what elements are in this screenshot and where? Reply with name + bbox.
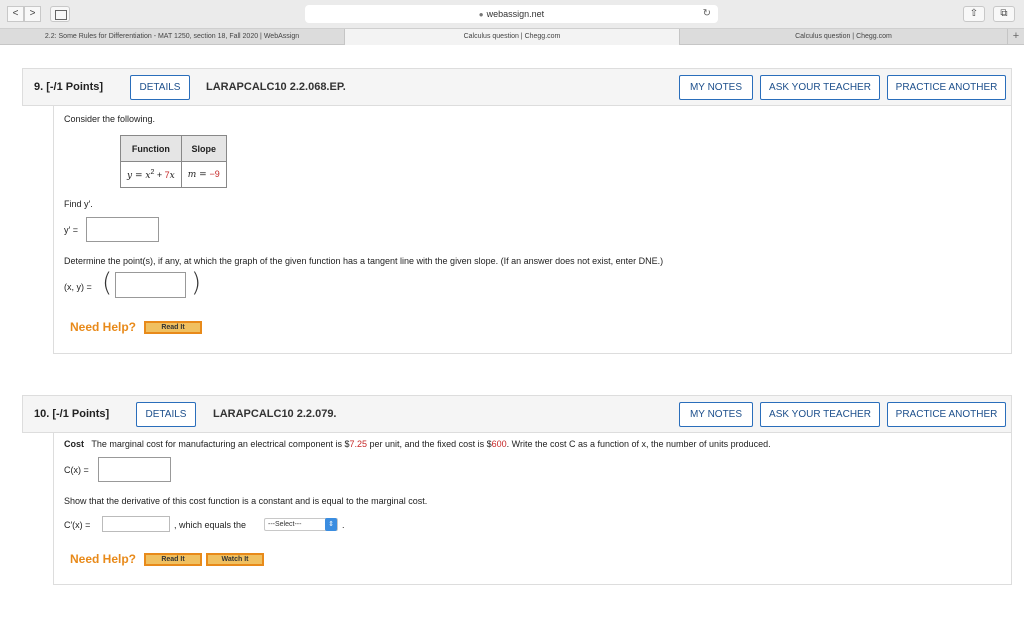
question-9-intro: Consider the following. <box>64 114 156 124</box>
browser-toolbar: < > ● webassign.net ↻ ⇧ ⧉ <box>0 0 1024 28</box>
show-derivative-text: Show that the derivative of this cost fu… <box>64 496 428 506</box>
practice-another-button[interactable]: PRACTICE ANOTHER <box>887 402 1006 427</box>
new-tab-button[interactable]: + <box>1008 29 1024 45</box>
cprime-input[interactable] <box>102 516 170 532</box>
cx-label: C(x) = <box>64 465 89 475</box>
address-bar[interactable]: ● webassign.net ↻ <box>305 5 718 23</box>
ask-teacher-button[interactable]: ASK YOUR TEACHER <box>760 75 880 100</box>
my-notes-button[interactable]: MY NOTES <box>679 75 753 100</box>
cost-problem-text: Cost The marginal cost for manufacturing… <box>64 439 771 449</box>
tab-chegg-1[interactable]: Calculus question | Chegg.com <box>345 29 680 45</box>
need-help-label: Need Help? <box>70 320 137 334</box>
sidebar-icon[interactable] <box>50 6 70 22</box>
tab-webassign[interactable]: 2.2: Some Rules for Differentiation - MA… <box>0 29 345 45</box>
question-10-header: 10. [-/1 Points] DETAILS LARAPCALC10 2.2… <box>22 395 1012 433</box>
details-button[interactable]: DETAILS <box>136 402 196 427</box>
marginal-select[interactable]: ---Select--- ⇕ <box>264 518 338 531</box>
question-10-number: 10. [-/1 Points] <box>34 408 110 420</box>
tabs-icon[interactable]: ⧉ <box>993 6 1015 22</box>
forward-button[interactable]: > <box>24 6 41 22</box>
function-slope-table: Function Slope y = x2 + 7x m = −9 <box>120 135 227 188</box>
ask-teacher-button[interactable]: ASK YOUR TEACHER <box>760 402 880 427</box>
select-arrows-icon: ⇕ <box>325 518 337 531</box>
xy-label: (x, y) = <box>64 282 92 292</box>
read-it-button[interactable]: Read It <box>144 553 202 566</box>
left-paren: ( <box>102 268 113 298</box>
question-9-number: 9. [-/1 Points] <box>34 81 104 93</box>
question-10-code: LARAPCALC10 2.2.079. <box>213 408 337 420</box>
xy-input[interactable] <box>115 272 186 298</box>
yprime-input[interactable] <box>86 217 159 242</box>
tab-chegg-2[interactable]: Calculus question | Chegg.com <box>680 29 1008 45</box>
yprime-label: y′ = <box>64 225 78 235</box>
tab-bar: 2.2: Some Rules for Differentiation - MA… <box>0 28 1024 45</box>
which-equals-text: , which equals the <box>174 520 247 530</box>
watch-it-button[interactable]: Watch It <box>206 553 264 566</box>
read-it-button[interactable]: Read It <box>144 321 202 334</box>
details-button[interactable]: DETAILS <box>130 75 190 100</box>
table-header-slope: Slope <box>180 135 227 162</box>
table-header-function: Function <box>120 135 182 162</box>
share-icon[interactable]: ⇧ <box>963 6 985 22</box>
determine-text: Determine the point(s), if any, at which… <box>64 256 664 266</box>
slope-cell: m = −9 <box>180 161 227 188</box>
back-button[interactable]: < <box>7 6 24 22</box>
period-text: . <box>342 520 345 530</box>
question-9-code: LARAPCALC10 2.2.068.EP. <box>206 81 346 93</box>
need-help-label: Need Help? <box>70 552 137 566</box>
question-9-header: 9. [-/1 Points] DETAILS LARAPCALC10 2.2.… <box>22 68 1012 106</box>
url-text: webassign.net <box>486 9 545 19</box>
my-notes-button[interactable]: MY NOTES <box>679 402 753 427</box>
practice-another-button[interactable]: PRACTICE ANOTHER <box>887 75 1006 100</box>
cprime-label: C′(x) = <box>64 520 91 530</box>
right-paren: ) <box>191 268 202 298</box>
reload-icon[interactable]: ↻ <box>703 5 711 23</box>
find-yprime-text: Find y′. <box>64 199 93 209</box>
cx-input[interactable] <box>98 457 171 482</box>
lock-icon: ● <box>478 10 484 19</box>
function-cell: y = x2 + 7x <box>120 161 182 188</box>
